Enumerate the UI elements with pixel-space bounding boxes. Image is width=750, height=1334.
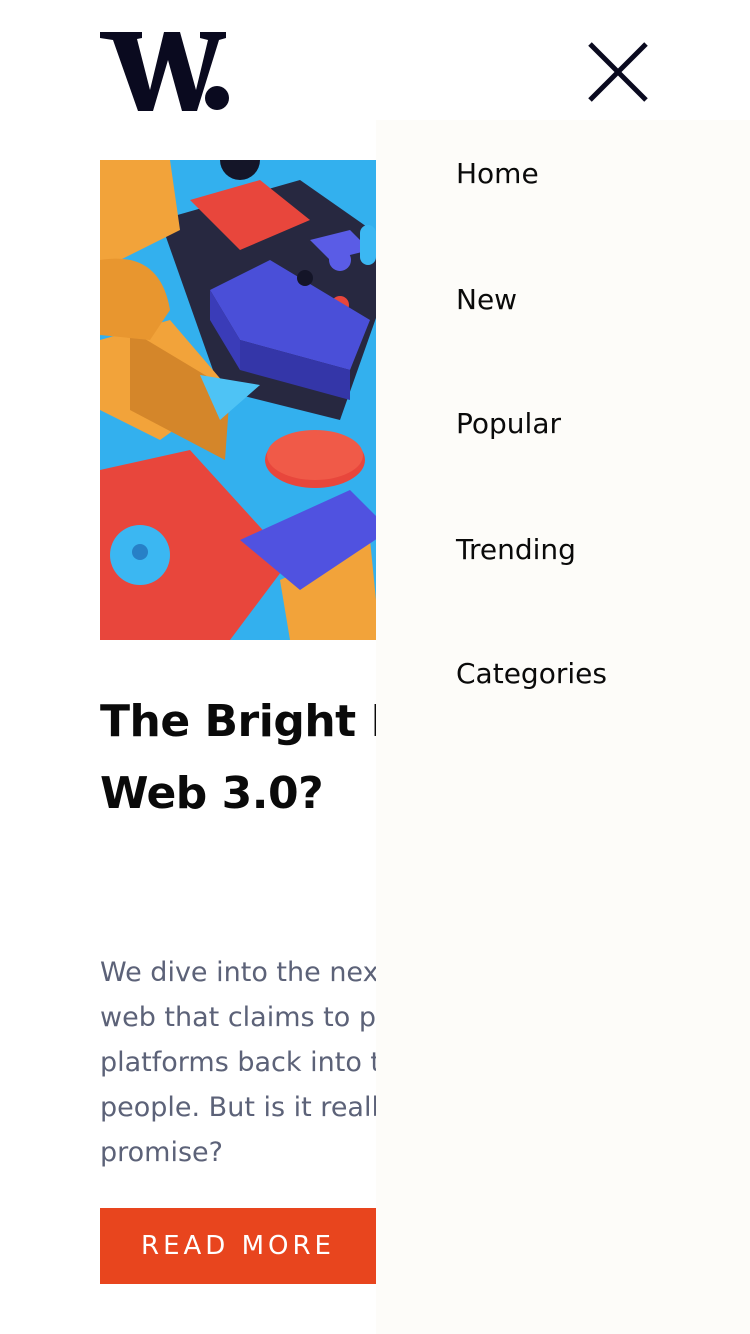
- navigation-drawer: Home New Popular Trending Categories: [376, 120, 750, 1334]
- logo-icon: [100, 32, 229, 111]
- page: The Bright Future of Web 3.0? We dive in…: [0, 0, 750, 1334]
- nav-item-trending[interactable]: Trending: [456, 528, 576, 572]
- close-icon: [588, 42, 648, 102]
- close-menu-button[interactable]: [580, 36, 656, 112]
- nav-item-categories[interactable]: Categories: [456, 652, 607, 696]
- nav-item-new[interactable]: New: [456, 278, 517, 322]
- site-logo[interactable]: [100, 20, 240, 120]
- read-more-button[interactable]: READ MORE: [100, 1208, 376, 1284]
- nav-item-home[interactable]: Home: [456, 152, 539, 196]
- nav-item-popular[interactable]: Popular: [456, 402, 561, 446]
